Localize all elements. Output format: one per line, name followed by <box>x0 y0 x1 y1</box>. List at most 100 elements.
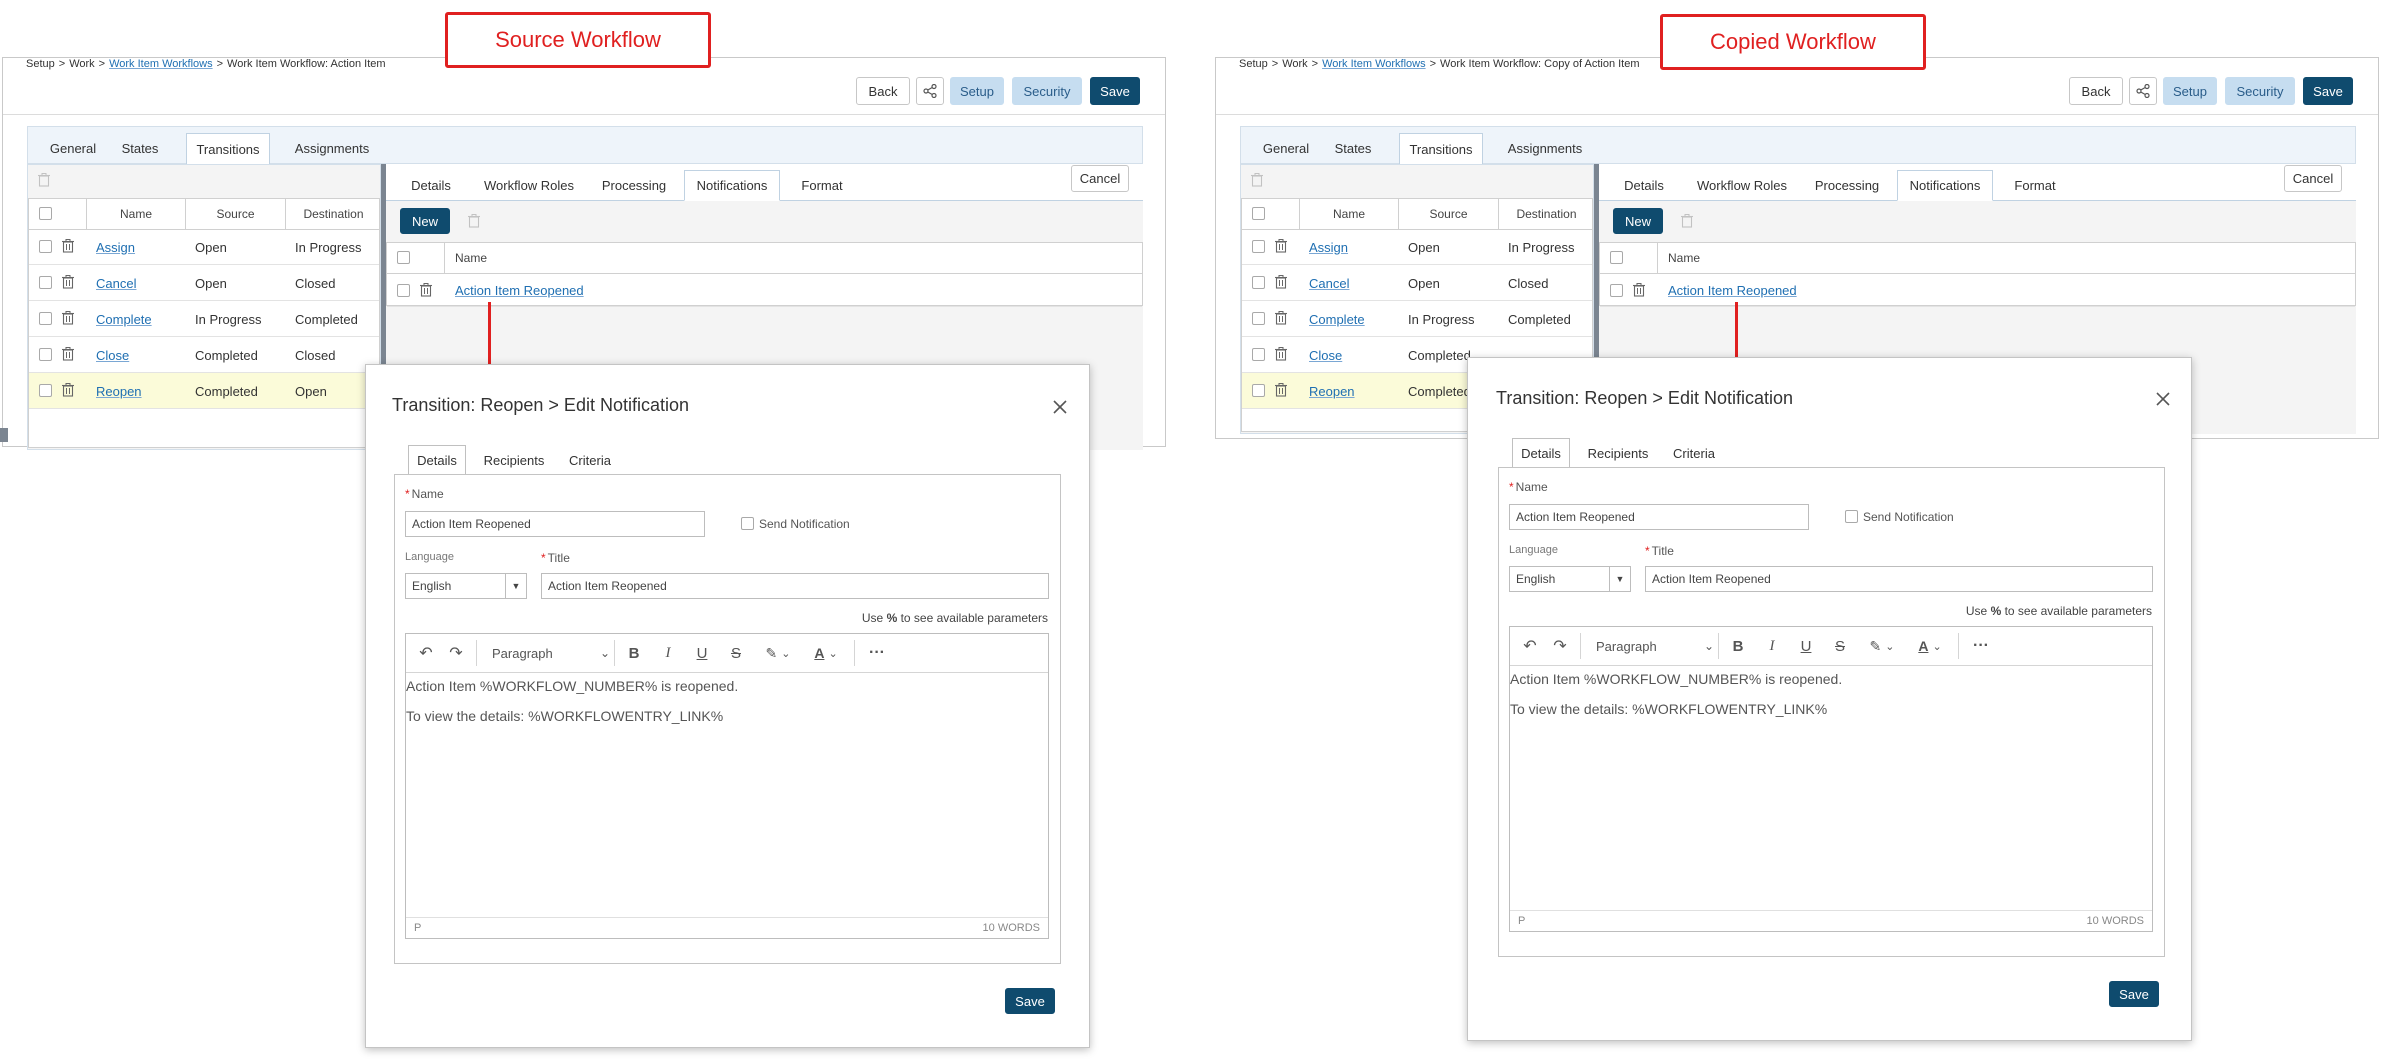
new-notification-button[interactable]: New <box>1613 208 1663 234</box>
tab-states[interactable]: States <box>1323 133 1383 164</box>
save-button[interactable]: Save <box>1090 77 1140 105</box>
column-header-source[interactable]: Source <box>185 199 285 229</box>
tab-assignments[interactable]: Assignments <box>286 133 378 164</box>
undo-icon[interactable]: ↶ <box>414 634 438 672</box>
select-all-notifications-checkbox[interactable] <box>1610 251 1623 264</box>
trash-icon[interactable] <box>62 383 74 397</box>
rich-text-editor[interactable]: ↶ ↷ Paragraph ⌄ B I U S ✎ ⌄ A ⌄ ··· Action … <box>1509 626 2153 932</box>
title-input[interactable]: Action Item Reopened <box>1645 566 2153 592</box>
paragraph-format-select[interactable]: Paragraph ⌄ <box>482 634 616 672</box>
dialog-save-button[interactable]: Save <box>2109 981 2159 1007</box>
language-select[interactable]: English ▼ <box>1509 566 1631 592</box>
dialog-tab-details[interactable]: Details <box>1512 438 1570 468</box>
language-select[interactable]: English ▼ <box>405 573 527 599</box>
notification-name-link[interactable]: Action Item Reopened <box>455 273 584 307</box>
transition-name-link[interactable]: Assign <box>1309 229 1348 265</box>
text-color-icon[interactable]: A ⌄ <box>806 634 846 672</box>
cancel-button[interactable]: Cancel <box>1071 165 1129 192</box>
strikethrough-icon[interactable]: S <box>1828 627 1852 665</box>
more-options-icon[interactable]: ··· <box>862 634 892 672</box>
trash-icon[interactable] <box>62 347 74 361</box>
transition-name-link[interactable]: Cancel <box>1309 265 1349 301</box>
table-row[interactable]: Cancel Open Closed <box>29 265 379 301</box>
strikethrough-icon[interactable]: S <box>724 634 748 672</box>
underline-icon[interactable]: U <box>1794 627 1818 665</box>
tab-assignments[interactable]: Assignments <box>1499 133 1591 164</box>
transition-name-link[interactable]: Close <box>96 337 129 373</box>
row-checkbox[interactable] <box>39 240 52 253</box>
tab-notifications[interactable]: Notifications <box>1897 170 1993 201</box>
close-icon[interactable] <box>1052 399 1068 415</box>
dialog-tab-details[interactable]: Details <box>408 445 466 475</box>
trash-icon[interactable] <box>1633 283 1645 297</box>
row-checkbox[interactable] <box>1252 312 1265 325</box>
column-header-name[interactable]: Name <box>1299 199 1398 229</box>
trash-icon[interactable] <box>1275 383 1287 397</box>
breadcrumb-work-item-workflows[interactable]: Work Item Workflows <box>1322 58 1426 70</box>
delete-notification-button[interactable] <box>468 214 480 231</box>
tab-details[interactable]: Details <box>1609 170 1679 201</box>
send-notification-checkbox[interactable] <box>1845 510 1858 523</box>
transition-name-link[interactable]: Reopen <box>1309 373 1355 409</box>
name-input[interactable]: Action Item Reopened <box>1509 504 1809 530</box>
tab-details[interactable]: Details <box>396 170 466 201</box>
cancel-button[interactable]: Cancel <box>2284 165 2342 192</box>
breadcrumb-work[interactable]: Work <box>1282 58 1307 70</box>
rich-text-editor[interactable]: ↶ ↷ Paragraph ⌄ B I U S ✎ ⌄ A ⌄ ··· Action … <box>405 633 1049 939</box>
breadcrumb-setup[interactable]: Setup <box>1239 58 1268 70</box>
delete-notification-button[interactable] <box>1681 214 1693 231</box>
back-button[interactable]: Back <box>2069 77 2123 105</box>
transition-name-link[interactable]: Close <box>1309 337 1342 373</box>
notification-row[interactable]: Action Item Reopened <box>1600 273 2355 307</box>
redo-icon[interactable]: ↷ <box>1548 627 1572 665</box>
trash-icon[interactable] <box>1275 311 1287 325</box>
tab-transitions[interactable]: Transitions <box>1399 133 1483 165</box>
security-button[interactable]: Security <box>1012 77 1082 105</box>
column-header-destination[interactable]: Destination <box>1498 199 1594 229</box>
text-color-icon[interactable]: A ⌄ <box>1910 627 1950 665</box>
dialog-tab-criteria[interactable]: Criteria <box>560 445 620 475</box>
transition-name-link[interactable]: Complete <box>96 301 152 337</box>
breadcrumb-work-item-workflows[interactable]: Work Item Workflows <box>109 58 213 70</box>
column-header-destination[interactable]: Destination <box>285 199 381 229</box>
close-icon[interactable] <box>2155 391 2171 407</box>
table-row[interactable]: Close Completed Closed <box>29 337 379 373</box>
highlight-color-icon[interactable]: ✎ ⌄ <box>758 634 798 672</box>
transition-name-link[interactable]: Cancel <box>96 265 136 301</box>
undo-icon[interactable]: ↶ <box>1518 627 1542 665</box>
tab-transitions[interactable]: Transitions <box>186 133 270 165</box>
highlight-color-icon[interactable]: ✎ ⌄ <box>1862 627 1902 665</box>
tab-format[interactable]: Format <box>2000 170 2070 201</box>
italic-icon[interactable]: I <box>1760 627 1784 665</box>
name-input[interactable]: Action Item Reopened <box>405 511 705 537</box>
trash-icon[interactable] <box>420 283 432 297</box>
row-checkbox[interactable] <box>1252 348 1265 361</box>
select-all-notifications-checkbox[interactable] <box>397 251 410 264</box>
bold-icon[interactable]: B <box>622 634 646 672</box>
row-checkbox[interactable] <box>39 312 52 325</box>
save-button[interactable]: Save <box>2303 77 2353 105</box>
row-checkbox[interactable] <box>39 384 52 397</box>
transition-name-link[interactable]: Reopen <box>96 373 142 409</box>
delete-transitions-button[interactable] <box>1251 173 1263 190</box>
trash-icon[interactable] <box>62 239 74 253</box>
table-row[interactable]: Complete In Progress Completed <box>29 301 379 337</box>
tab-general[interactable]: General <box>38 133 108 164</box>
breadcrumb-work[interactable]: Work <box>69 58 94 70</box>
trash-icon[interactable] <box>62 311 74 325</box>
back-button[interactable]: Back <box>856 77 910 105</box>
tab-general[interactable]: General <box>1251 133 1321 164</box>
trash-icon[interactable] <box>62 275 74 289</box>
row-checkbox[interactable] <box>39 276 52 289</box>
row-checkbox[interactable] <box>39 348 52 361</box>
select-all-checkbox[interactable] <box>1252 207 1265 220</box>
trash-icon[interactable] <box>1275 347 1287 361</box>
column-header-name[interactable]: Name <box>86 199 185 229</box>
notification-name-link[interactable]: Action Item Reopened <box>1668 273 1797 307</box>
setup-button[interactable]: Setup <box>2163 77 2217 105</box>
row-checkbox[interactable] <box>1252 276 1265 289</box>
bold-icon[interactable]: B <box>1726 627 1750 665</box>
paragraph-format-select[interactable]: Paragraph ⌄ <box>1586 627 1720 665</box>
tab-states[interactable]: States <box>110 133 170 164</box>
table-row[interactable]: Complete In Progress Completed <box>1242 301 1592 337</box>
